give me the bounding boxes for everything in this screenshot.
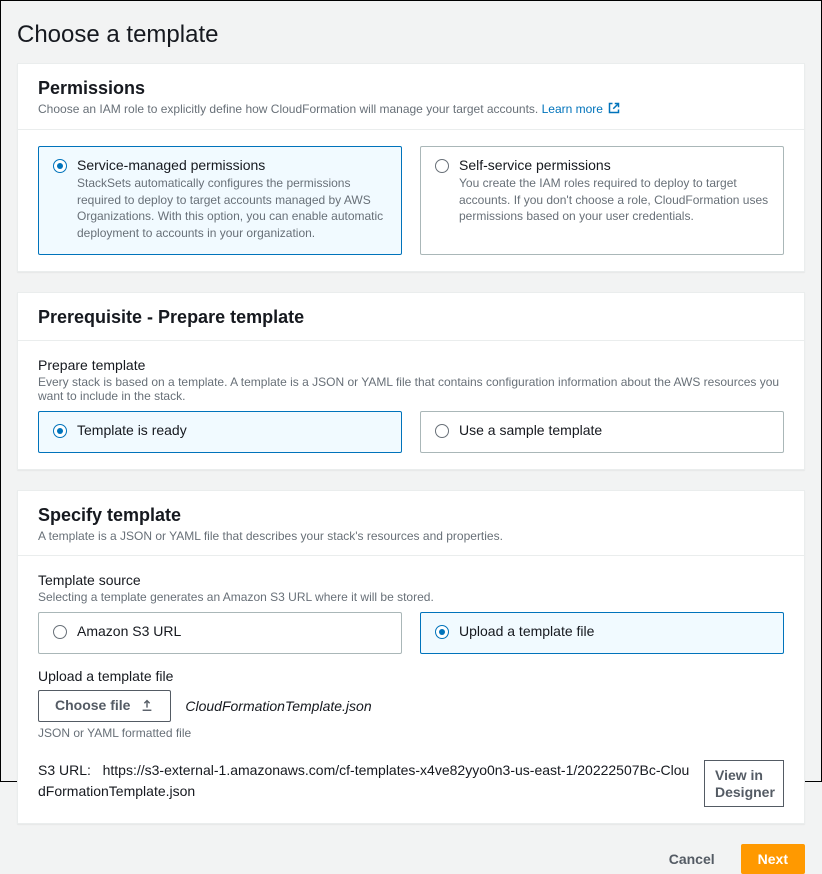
option-title: Upload a template file — [459, 623, 769, 639]
permissions-option-service-managed[interactable]: Service-managed permissions StackSets au… — [38, 146, 402, 255]
permissions-title: Permissions — [38, 78, 784, 99]
source-option-s3-url[interactable]: Amazon S3 URL — [38, 612, 402, 654]
prerequisite-panel: Prerequisite - Prepare template Prepare … — [17, 292, 805, 470]
template-source-label: Template source — [38, 572, 784, 588]
upload-icon — [140, 698, 154, 715]
choose-file-button[interactable]: Choose file — [38, 690, 171, 722]
prepare-option-sample[interactable]: Use a sample template — [420, 411, 784, 453]
selected-file-name: CloudFormationTemplate.json — [185, 698, 371, 714]
next-button[interactable]: Next — [741, 844, 805, 874]
option-title: Use a sample template — [459, 422, 769, 438]
specify-subtitle: A template is a JSON or YAML file that d… — [38, 528, 784, 545]
external-link-icon — [608, 102, 620, 119]
view-in-designer-button[interactable]: View in Designer — [704, 760, 784, 808]
footer-actions: Cancel Next — [17, 844, 805, 874]
option-desc: StackSets automatically configures the p… — [77, 175, 387, 242]
source-option-upload[interactable]: Upload a template file — [420, 612, 784, 654]
specify-title: Specify template — [38, 505, 784, 526]
option-title: Service-managed permissions — [77, 157, 387, 173]
cancel-button[interactable]: Cancel — [653, 844, 731, 874]
radio-icon — [53, 424, 67, 438]
permissions-panel: Permissions Choose an IAM role to explic… — [17, 63, 805, 272]
permissions-learn-more-link[interactable]: Learn more — [542, 102, 621, 116]
s3-url-display: S3 URL: https://s3-external-1.amazonaws.… — [38, 760, 690, 802]
specify-template-panel: Specify template A template is a JSON or… — [17, 490, 805, 824]
option-title: Template is ready — [77, 422, 387, 438]
format-hint: JSON or YAML formatted file — [38, 726, 784, 740]
radio-icon — [53, 625, 67, 639]
option-title: Amazon S3 URL — [77, 623, 387, 639]
radio-icon — [435, 625, 449, 639]
option-title: Self-service permissions — [459, 157, 769, 173]
page-title: Choose a template — [17, 21, 805, 49]
radio-icon — [435, 424, 449, 438]
prerequisite-title: Prerequisite - Prepare template — [38, 307, 784, 328]
prepare-template-hint: Every stack is based on a template. A te… — [38, 375, 784, 403]
permissions-option-self-service[interactable]: Self-service permissions You create the … — [420, 146, 784, 255]
permissions-subtitle: Choose an IAM role to explicitly define … — [38, 101, 784, 119]
radio-icon — [435, 159, 449, 173]
prepare-option-ready[interactable]: Template is ready — [38, 411, 402, 453]
template-source-hint: Selecting a template generates an Amazon… — [38, 590, 784, 604]
radio-icon — [53, 159, 67, 173]
prepare-template-label: Prepare template — [38, 357, 784, 373]
upload-template-label: Upload a template file — [38, 668, 784, 684]
option-desc: You create the IAM roles required to dep… — [459, 175, 769, 225]
